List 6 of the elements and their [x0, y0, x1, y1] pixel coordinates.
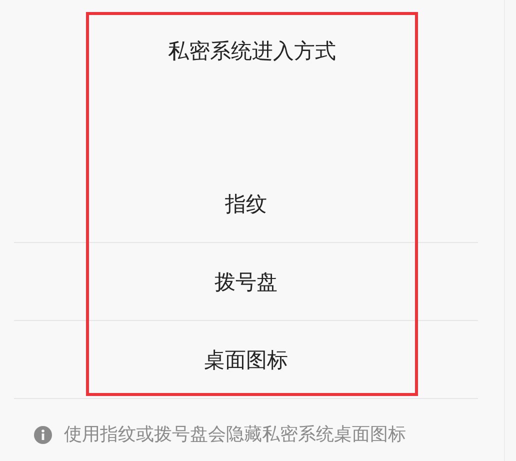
- dialog-title: 私密系统进入方式: [168, 38, 336, 65]
- option-item[interactable]: 桌面图标: [204, 346, 288, 374]
- option-item[interactable]: 指纹: [225, 190, 267, 218]
- info-icon: [34, 426, 52, 444]
- option-item[interactable]: 拨号盘: [214, 268, 278, 296]
- footer-note: 使用指纹或拨号盘会隐藏私密系统桌面图标: [64, 423, 406, 447]
